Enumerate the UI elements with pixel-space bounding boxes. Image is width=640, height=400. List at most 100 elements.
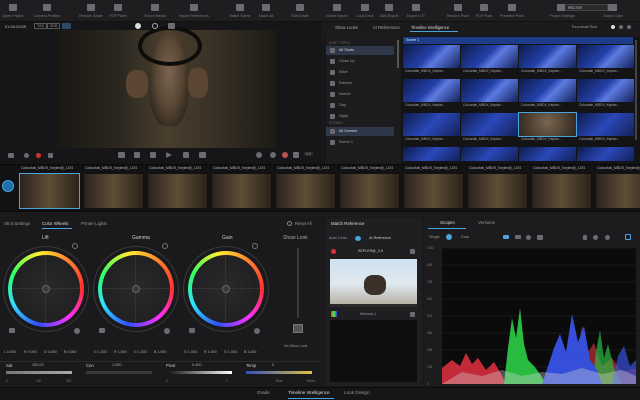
thumb-size-small-icon[interactable]	[611, 25, 615, 29]
waveform-icon[interactable]	[503, 235, 509, 239]
tss-badge[interactable]: TSS	[34, 23, 47, 29]
wheel-center-handle-2[interactable]	[222, 285, 230, 293]
thumbnail-6[interactable]: Colourlab_MBOX_Keplan...	[519, 79, 576, 107]
wheel-value-1-3[interactable]: B 1.000	[154, 350, 166, 354]
thumbnail-10[interactable]: Colourlab_MBOX_Keplan...	[518, 112, 577, 141]
wheel-reset-icon-2[interactable]	[252, 243, 258, 249]
reference-reload-icon[interactable]	[410, 249, 415, 254]
rewind-icon[interactable]	[118, 152, 125, 158]
timeline-clip-8[interactable]	[532, 174, 591, 208]
wheel-adjust-icon-2[interactable]	[254, 328, 260, 334]
output-color-label[interactable]: Output Color	[603, 14, 623, 18]
slider-value-2[interactable]: 0.400	[192, 363, 202, 367]
color-wheel-icon[interactable]	[282, 152, 288, 158]
ai-reference-label[interactable]: AI Reference	[369, 236, 391, 240]
toolbar-icon-12[interactable]	[412, 4, 420, 11]
thumbnail-5[interactable]: Colourlab_MBOX_Keplan...	[461, 79, 518, 107]
auto-color-label[interactable]: Auto Color	[329, 236, 347, 240]
settings-icon[interactable]	[557, 4, 565, 11]
shot-type-item-4[interactable]	[326, 90, 394, 99]
reference-image[interactable]	[330, 259, 417, 304]
tab-look-design[interactable]: Look Design	[344, 390, 370, 395]
shot-type-item-3[interactable]	[326, 79, 394, 88]
timeline-clip-9[interactable]	[596, 174, 640, 208]
toolbar-icon-15[interactable]	[508, 4, 516, 11]
toolbar-label-9[interactable]: Movie Export	[327, 14, 348, 18]
toolbar-icon-0[interactable]	[9, 4, 17, 11]
timeline-clip-2[interactable]	[148, 174, 207, 208]
toolbar-label-1[interactable]: Camera Profiles	[34, 14, 60, 18]
slider-track-3[interactable]	[246, 371, 312, 374]
scene-item-1[interactable]	[326, 138, 394, 147]
wheel-value-0-0[interactable]: L 0.000	[4, 350, 16, 354]
fast-forward-icon[interactable]	[199, 152, 206, 158]
histogram-icon[interactable]	[537, 235, 543, 240]
parade-icon[interactable]	[515, 235, 521, 239]
toolbar-label-10[interactable]: Look Deck	[357, 14, 374, 18]
settings-gear-icon[interactable]	[605, 235, 610, 240]
playhead-left-icon[interactable]	[8, 153, 14, 158]
timeline-clip-4[interactable]	[276, 174, 335, 208]
dual-mode-label[interactable]: Dual	[461, 235, 469, 239]
formula-icon[interactable]	[583, 235, 587, 240]
shot-type-item-0[interactable]	[326, 46, 394, 55]
toolbar-icon-2[interactable]	[87, 4, 95, 11]
record-icon[interactable]	[36, 153, 41, 158]
timeline-clip-5[interactable]	[340, 174, 399, 208]
reference-2-empty-slot[interactable]	[330, 320, 417, 382]
vectorscope-icon[interactable]	[526, 235, 531, 240]
tab-timeline-intelligence-bottom[interactable]: Timeline Intelligence	[288, 390, 330, 395]
color-wheel-2[interactable]	[188, 251, 264, 327]
wheel-adjust-icon-0[interactable]	[74, 328, 80, 334]
step-back-icon[interactable]	[134, 152, 140, 158]
wheel-value-2-2[interactable]: G 1.000	[224, 350, 237, 354]
timeline-clip-7[interactable]	[468, 174, 527, 208]
tab-show-looks[interactable]: Show Looks	[335, 25, 358, 30]
wheel-center-handle-1[interactable]	[132, 285, 140, 293]
wheel-lock-icon-2[interactable]	[189, 328, 195, 333]
thumbnail-15[interactable]	[577, 147, 634, 161]
wheel-value-1-2[interactable]: G 1.000	[134, 350, 147, 354]
show-look-slider[interactable]	[297, 248, 299, 318]
toolbar-icon-3[interactable]	[114, 4, 122, 11]
toolbar-label-15[interactable]: Premiere Push	[500, 14, 524, 18]
tab-versions[interactable]: Versions	[478, 220, 495, 225]
reference-scrubber[interactable]	[330, 304, 417, 307]
thumbnail-0[interactable]: Colourlab_MBOX_Keplan...	[403, 45, 460, 73]
thumb-size-large-icon[interactable]	[627, 25, 631, 29]
tab-color-wheels[interactable]: Color Wheels	[42, 221, 68, 226]
toolbar-icon-4[interactable]	[151, 4, 159, 11]
tab-timeline-intelligence[interactable]: Timeline Intelligence	[411, 25, 449, 30]
slider-track-1[interactable]	[86, 371, 152, 374]
shot-type-item-6[interactable]	[326, 112, 394, 121]
reference-2-reload-icon[interactable]	[410, 312, 415, 317]
wheel-center-handle-0[interactable]	[42, 285, 50, 293]
slider-value-3[interactable]: 0	[272, 363, 274, 367]
project-settings-label[interactable]: Project Settings	[549, 14, 574, 18]
tab-grade[interactable]: Grade	[257, 390, 270, 395]
grid-scrollbar[interactable]	[635, 40, 637, 140]
slider-value-0[interactable]: 100.00	[32, 363, 44, 367]
tab-shot-settings[interactable]: Shot Settings	[4, 221, 30, 226]
wheel-lock-icon-1[interactable]	[99, 328, 105, 333]
add-icon[interactable]	[48, 153, 53, 158]
toolbar-icon-5[interactable]	[190, 4, 198, 11]
toolbar-label-13[interactable]: Resolve Push	[447, 14, 469, 18]
colorspace-select[interactable]: REC709	[564, 4, 608, 11]
zoom-value[interactable]: 0.0	[304, 152, 313, 156]
toolbar-icon-10[interactable]	[361, 4, 369, 11]
toolbar-label-7[interactable]: Match All	[259, 14, 274, 18]
loop-icon[interactable]	[24, 153, 29, 158]
prev-icon[interactable]	[150, 152, 156, 158]
toolbar-label-14[interactable]: FCP Push	[476, 14, 492, 18]
reset-icon[interactable]	[287, 221, 292, 226]
toolbar-label-6[interactable]: Match Scene	[230, 14, 251, 18]
wheel-value-0-1[interactable]: R 0.000	[24, 350, 37, 354]
toolbar-icon-9[interactable]	[333, 4, 341, 11]
thumbnail-8[interactable]: Colourlab_MBOX_Keplan...	[403, 113, 460, 141]
wheel-value-0-2[interactable]: G 0.000	[44, 350, 57, 354]
wheel-adjust-icon-1[interactable]	[164, 328, 170, 334]
toolbar-icon-11[interactable]	[385, 4, 393, 11]
thumbnail-4[interactable]: Colourlab_MBOX_Keplan...	[403, 79, 460, 107]
toolbar-label-4[interactable]: Export Media	[144, 14, 165, 18]
